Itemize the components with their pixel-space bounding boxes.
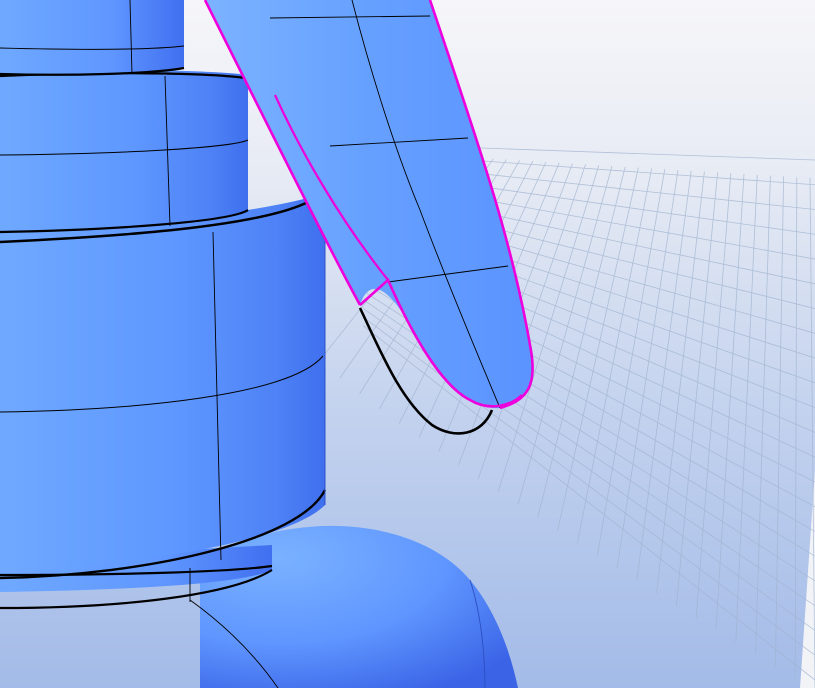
scene-canvas[interactable] bbox=[0, 0, 815, 688]
3d-viewport[interactable] bbox=[0, 0, 815, 688]
